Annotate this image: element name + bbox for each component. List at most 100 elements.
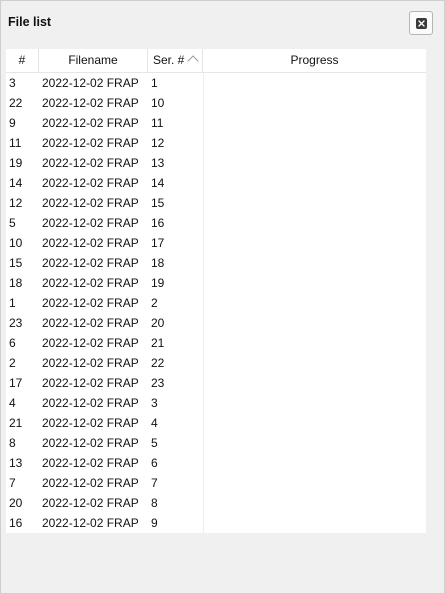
row-series-number: 17	[151, 236, 165, 250]
row-progress	[204, 93, 426, 113]
table-row[interactable]: 13 2022-12-02 FRAP 6	[6, 453, 426, 473]
row-filename: 2022-12-02 FRAP	[42, 116, 139, 130]
table-body: 3 2022-12-02 FRAP 1 22 2022-12-02 FRAP 10 9 202…	[6, 73, 426, 533]
row-filename: 2022-12-02 FRAP	[42, 96, 139, 110]
row-number: 22	[9, 96, 23, 110]
row-number: 18	[9, 276, 23, 290]
column-header-progress[interactable]: Progress	[203, 49, 426, 72]
table-row[interactable]: 10 2022-12-02 FRAP 17	[6, 233, 426, 253]
table-row[interactable]: 22 2022-12-02 FRAP 10	[6, 93, 426, 113]
row-number: 21	[9, 416, 23, 430]
row-progress	[204, 173, 426, 193]
table-row[interactable]: 18 2022-12-02 FRAP 19	[6, 273, 426, 293]
row-series-number: 8	[151, 496, 158, 510]
row-filename: 2022-12-02 FRAP	[42, 236, 139, 250]
row-series-number: 22	[151, 356, 165, 370]
row-series-number: 2	[151, 296, 158, 310]
row-progress	[204, 393, 426, 413]
table-row[interactable]: 8 2022-12-02 FRAP 5	[6, 433, 426, 453]
row-filename: 2022-12-02 FRAP	[42, 276, 139, 290]
table-row[interactable]: 14 2022-12-02 FRAP 14	[6, 173, 426, 193]
column-header-filename[interactable]: Filename	[39, 49, 148, 72]
table-row[interactable]: 17 2022-12-02 FRAP 23	[6, 373, 426, 393]
row-progress	[204, 473, 426, 493]
row-progress	[204, 233, 426, 253]
row-number: 12	[9, 196, 23, 210]
row-filename: 2022-12-02 FRAP	[42, 496, 139, 510]
table-row[interactable]: 1 2022-12-02 FRAP 2	[6, 293, 426, 313]
row-number: 9	[9, 116, 16, 130]
row-series-number: 12	[151, 136, 165, 150]
row-series-number: 20	[151, 316, 165, 330]
table-row[interactable]: 5 2022-12-02 FRAP 16	[6, 213, 426, 233]
row-progress	[204, 333, 426, 353]
row-filename: 2022-12-02 FRAP	[42, 396, 139, 410]
row-progress	[204, 353, 426, 373]
row-series-number: 15	[151, 196, 165, 210]
table-row[interactable]: 16 2022-12-02 FRAP 9	[6, 513, 426, 533]
table-row[interactable]: 11 2022-12-02 FRAP 12	[6, 133, 426, 153]
row-progress	[204, 273, 426, 293]
close-icon	[415, 17, 427, 29]
row-series-number: 23	[151, 376, 165, 390]
row-series-number: 10	[151, 96, 165, 110]
row-series-number: 6	[151, 456, 158, 470]
row-series-number: 3	[151, 396, 158, 410]
table-row[interactable]: 12 2022-12-02 FRAP 15	[6, 193, 426, 213]
row-progress	[204, 293, 426, 313]
table-row[interactable]: 23 2022-12-02 FRAP 20	[6, 313, 426, 333]
row-series-number: 9	[151, 516, 158, 530]
row-filename: 2022-12-02 FRAP	[42, 296, 139, 310]
file-table: # Filename Ser. # Progress 3 2022-12-02 F…	[6, 49, 426, 533]
row-number: 10	[9, 236, 23, 250]
row-progress	[204, 433, 426, 453]
row-filename: 2022-12-02 FRAP	[42, 256, 139, 270]
table-row[interactable]: 7 2022-12-02 FRAP 7	[6, 473, 426, 493]
column-header-number[interactable]: #	[6, 49, 39, 72]
row-filename: 2022-12-02 FRAP	[42, 376, 139, 390]
table-row[interactable]: 19 2022-12-02 FRAP 13	[6, 153, 426, 173]
row-progress	[204, 453, 426, 473]
row-number: 13	[9, 456, 23, 470]
file-list-panel: File list # Filename Ser. # Progress 3 20…	[0, 0, 445, 594]
row-number: 1	[9, 296, 16, 310]
row-progress	[204, 193, 426, 213]
table-row[interactable]: 20 2022-12-02 FRAP 8	[6, 493, 426, 513]
row-progress	[204, 73, 426, 93]
table-row[interactable]: 15 2022-12-02 FRAP 18	[6, 253, 426, 273]
row-number: 19	[9, 156, 23, 170]
table-row[interactable]: 21 2022-12-02 FRAP 4	[6, 413, 426, 433]
row-progress	[204, 113, 426, 133]
row-series-number: 11	[151, 116, 164, 130]
row-filename: 2022-12-02 FRAP	[42, 356, 139, 370]
row-filename: 2022-12-02 FRAP	[42, 136, 139, 150]
row-progress	[204, 413, 426, 433]
table-row[interactable]: 2 2022-12-02 FRAP 22	[6, 353, 426, 373]
row-series-number: 1	[151, 76, 158, 90]
row-filename: 2022-12-02 FRAP	[42, 456, 139, 470]
row-progress	[204, 253, 426, 273]
row-series-number: 7	[151, 476, 158, 490]
close-button[interactable]	[409, 11, 433, 35]
row-series-number: 16	[151, 216, 165, 230]
row-number: 4	[9, 396, 16, 410]
row-filename: 2022-12-02 FRAP	[42, 516, 139, 530]
row-number: 6	[9, 336, 16, 350]
table-row[interactable]: 6 2022-12-02 FRAP 21	[6, 333, 426, 353]
row-number: 3	[9, 76, 16, 90]
row-number: 11	[9, 136, 22, 150]
table-row[interactable]: 4 2022-12-02 FRAP 3	[6, 393, 426, 413]
row-series-number: 5	[151, 436, 158, 450]
row-number: 7	[9, 476, 16, 490]
row-number: 15	[9, 256, 23, 270]
row-filename: 2022-12-02 FRAP	[42, 156, 139, 170]
row-progress	[204, 373, 426, 393]
table-header: # Filename Ser. # Progress	[6, 49, 426, 73]
row-progress	[204, 213, 426, 233]
table-row[interactable]: 3 2022-12-02 FRAP 1	[6, 73, 426, 93]
row-series-number: 21	[151, 336, 165, 350]
row-number: 20	[9, 496, 23, 510]
table-row[interactable]: 9 2022-12-02 FRAP 11	[6, 113, 426, 133]
row-number: 2	[9, 356, 16, 370]
row-progress	[204, 493, 426, 513]
